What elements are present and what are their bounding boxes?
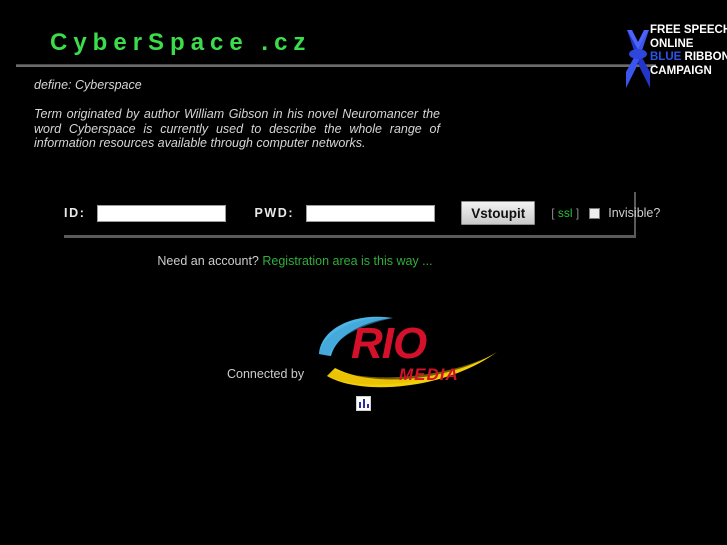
definition-label: define: Cyberspace	[34, 78, 142, 92]
blue-ribbon-campaign-badge[interactable]: FREE SPEECH ONLINE BLUE RIBBON CAMPAIGN	[620, 24, 727, 94]
id-input[interactable]	[97, 204, 227, 222]
svg-text:RIO: RIO	[351, 319, 427, 368]
ribbon-line-3: BLUE RIBBON	[650, 51, 727, 65]
ribbon-line-4: CAMPAIGN	[650, 64, 712, 77]
registration-line: Need an account? Registration area is th…	[0, 254, 590, 268]
registration-link[interactable]: Registration area is this way ...	[262, 254, 432, 268]
svg-text:MEDIA: MEDIA	[399, 365, 459, 384]
pwd-label: PWD:	[254, 206, 295, 220]
page-title: CyberSpace .cz	[50, 29, 312, 56]
ribbon-line-1: FREE SPEECH	[650, 24, 727, 36]
rio-media-logo: RIO MEDIA	[319, 316, 497, 388]
ssl-close-bracket: ]	[572, 206, 580, 220]
ribbon-line-2: ONLINE	[650, 37, 694, 50]
counter-bar-1	[358, 402, 361, 408]
login-form: ID: PWD: Vstoupit [ ssl ] Invisible?	[64, 192, 660, 238]
need-account-text: Need an account?	[157, 254, 263, 268]
definition-body: Term originated by author William Gibson…	[34, 107, 440, 151]
visitor-counter-icon[interactable]	[356, 396, 371, 411]
ssl-open-bracket: [	[551, 206, 558, 220]
ssl-link[interactable]: [ ssl ]	[551, 206, 579, 220]
invisible-checkbox[interactable]	[589, 207, 601, 219]
id-label: ID:	[64, 206, 86, 220]
header-divider	[16, 64, 656, 67]
ribbon-badge-text: FREE SPEECH ONLINE BLUE RIBBON CAMPAIGN	[650, 24, 727, 78]
password-input[interactable]	[306, 204, 436, 222]
connected-by-label: Connected by	[227, 367, 305, 381]
ssl-label: ssl	[557, 206, 573, 220]
invisible-label: Invisible?	[608, 206, 661, 220]
counter-bar-2	[362, 399, 365, 408]
ribbon-ribbon-word: RIBBON	[681, 51, 727, 63]
ribbon-blue-word: BLUE	[650, 51, 682, 63]
counter-bar-3	[366, 404, 369, 408]
submit-button[interactable]: Vstoupit	[461, 201, 536, 225]
